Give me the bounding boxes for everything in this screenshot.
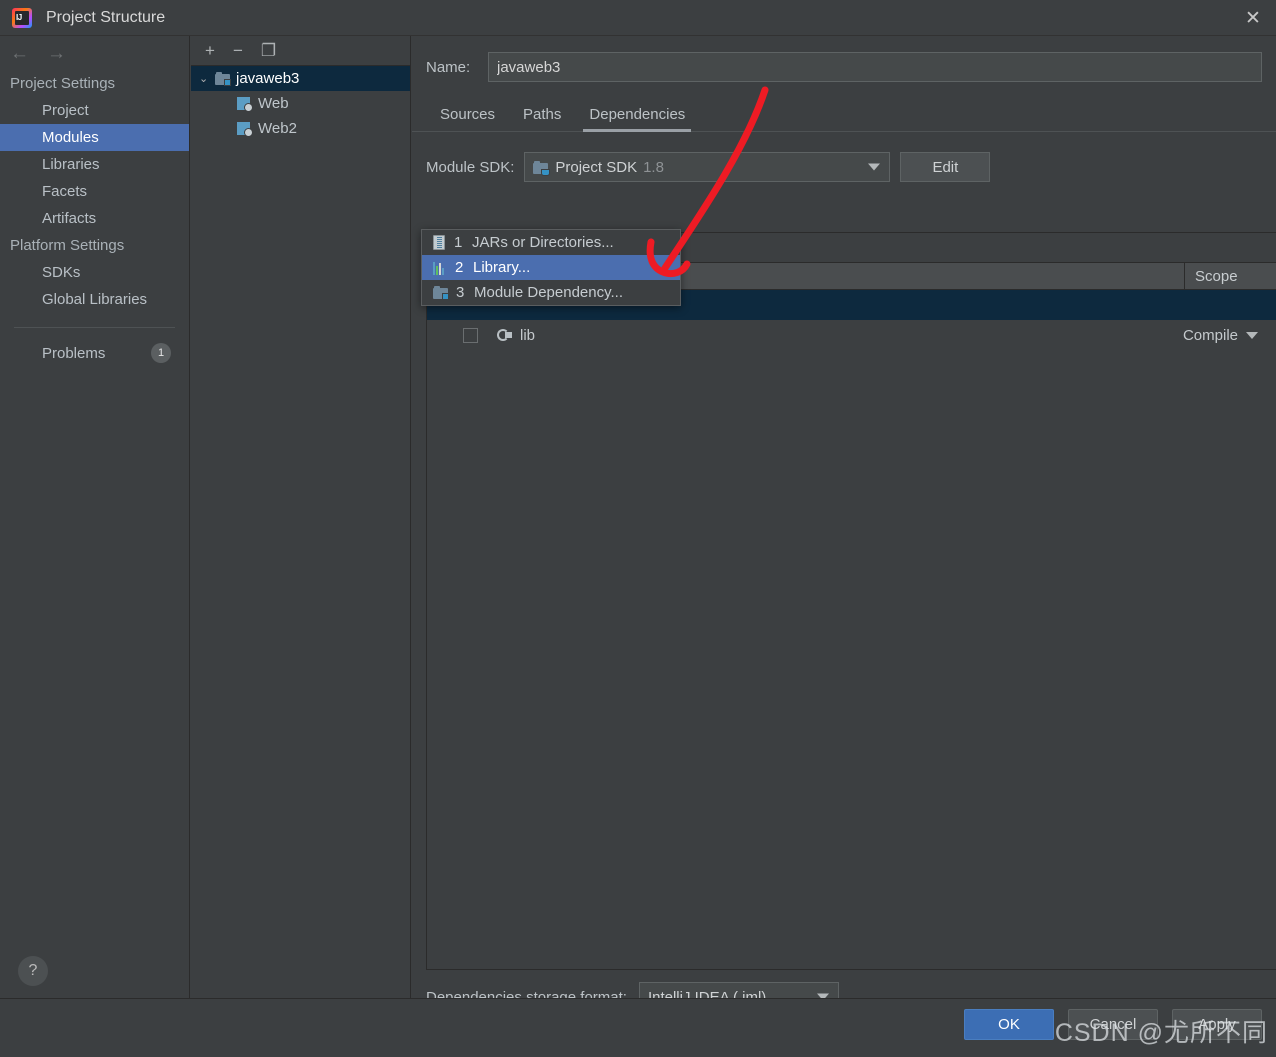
close-icon[interactable]: ✕ [1230, 0, 1276, 36]
module-sdk-value: Project SDK [555, 158, 638, 176]
edit-sdk-button[interactable]: Edit [900, 152, 991, 182]
tab-paths[interactable]: Paths [509, 106, 575, 131]
sidebar-nav-buttons: ← → [0, 36, 189, 70]
footer-buttons: OK Cancel Apply [964, 1009, 1262, 1040]
help-button[interactable]: ? [18, 956, 48, 986]
tree-node-label: Web2 [258, 120, 297, 137]
copy-module-button[interactable]: ❐ [261, 42, 276, 59]
column-header-scope: Scope [1184, 263, 1276, 289]
tree-node-javaweb3[interactable]: ⌄ javaweb3 [191, 66, 410, 91]
module-name-input[interactable] [488, 52, 1262, 82]
sidebar-group-platform-settings: Platform Settings [10, 237, 125, 254]
menu-item-label: Library... [473, 259, 531, 276]
module-sdk-version: 1.8 [643, 158, 664, 176]
library-chart-icon [433, 261, 447, 275]
tree-node-web[interactable]: Web [191, 91, 410, 116]
module-tabs: Sources Paths Dependencies [412, 98, 1276, 132]
menu-item-label: Module Dependency... [474, 284, 623, 301]
module-sdk-select[interactable]: Project SDK 1.8 [524, 152, 891, 182]
menu-item-number: 2 [455, 259, 464, 276]
tab-sources[interactable]: Sources [426, 106, 509, 131]
module-dependency-icon [433, 286, 449, 300]
web-facet-icon [237, 121, 253, 137]
sidebar-item-problems[interactable]: Problems 1 [0, 338, 189, 368]
ok-button[interactable]: OK [964, 1009, 1054, 1040]
sidebar-item-artifacts[interactable]: Artifacts [0, 205, 189, 232]
tree-node-web2[interactable]: Web2 [191, 116, 410, 141]
remove-module-button[interactable]: − [233, 42, 243, 59]
table-row[interactable]: lib Compile [427, 320, 1276, 350]
module-folder-icon [215, 72, 231, 86]
scope-value: Compile [1182, 326, 1238, 344]
add-module-button[interactable]: + [205, 42, 215, 59]
jar-icon [433, 235, 445, 250]
sidebar-item-modules[interactable]: Modules [0, 124, 189, 151]
add-dependency-popup-menu: 1 JARs or Directories... 2 Library... 3 … [421, 229, 681, 306]
module-sdk-label: Module SDK: [426, 158, 515, 176]
module-name-row: Name: [412, 36, 1276, 82]
library-icon [496, 328, 512, 343]
menu-item-library[interactable]: 2 Library... [422, 255, 680, 280]
chevron-down-icon[interactable]: ⌄ [199, 72, 215, 85]
chevron-down-icon [1246, 331, 1258, 339]
cancel-button[interactable]: Cancel [1068, 1009, 1158, 1040]
sidebar-item-sdks[interactable]: SDKs [0, 259, 189, 286]
sidebar-item-libraries[interactable]: Libraries [0, 151, 189, 178]
scope-select[interactable]: Compile [1183, 327, 1276, 344]
arrow-left-icon[interactable]: ← [10, 44, 29, 63]
export-checkbox[interactable] [463, 327, 478, 343]
tab-dependencies[interactable]: Dependencies [575, 106, 699, 132]
module-name-label: Name: [426, 58, 471, 76]
module-detail-panel: Name: Sources Paths Dependencies Module … [412, 36, 1276, 1012]
menu-item-jars-or-directories[interactable]: 1 JARs or Directories... [422, 230, 680, 255]
apply-button[interactable]: Apply [1172, 1009, 1262, 1040]
dependencies-table-container: + − ✎ Scope lib Compile [426, 232, 1276, 970]
module-tree-toolbar: + − ❐ [191, 36, 410, 66]
web-facet-icon [237, 96, 253, 112]
problems-count-badge: 1 [151, 343, 171, 363]
settings-sidebar: ← → Project Settings Project Modules Lib… [0, 36, 190, 998]
sidebar-item-facets[interactable]: Facets [0, 178, 189, 205]
window-title: Project Structure [46, 8, 166, 26]
intellij-idea-icon: IJ [12, 7, 32, 28]
jdk-folder-icon [533, 160, 551, 176]
tree-node-label: Web [258, 95, 289, 112]
sidebar-item-global-libraries[interactable]: Global Libraries [0, 286, 189, 313]
module-tree-panel: + − ❐ ⌄ javaweb3 Web Web2 [191, 36, 411, 998]
title-bar: IJ Project Structure ✕ [0, 0, 1276, 36]
sidebar-group-project-settings: Project Settings [10, 75, 116, 92]
tree-node-label: javaweb3 [236, 70, 300, 87]
module-sdk-row: Module SDK: Project SDK 1.8 Edit [412, 132, 1276, 182]
project-structure-dialog: IJ Project Structure ✕ ← → Project Setti… [0, 0, 1276, 1057]
dependency-name: lib [520, 326, 536, 344]
sidebar-item-project[interactable]: Project [0, 97, 189, 124]
menu-item-number: 3 [456, 284, 465, 301]
arrow-right-icon[interactable]: → [47, 44, 66, 63]
menu-item-module-dependency[interactable]: 3 Module Dependency... [422, 280, 680, 305]
menu-item-label: JARs or Directories... [472, 234, 614, 251]
sidebar-item-problems-label: Problems [42, 344, 106, 362]
menu-item-number: 1 [454, 234, 463, 251]
chevron-down-icon [868, 163, 881, 171]
sidebar-divider [14, 327, 175, 328]
dialog-footer: OK Cancel Apply [0, 998, 1276, 1057]
